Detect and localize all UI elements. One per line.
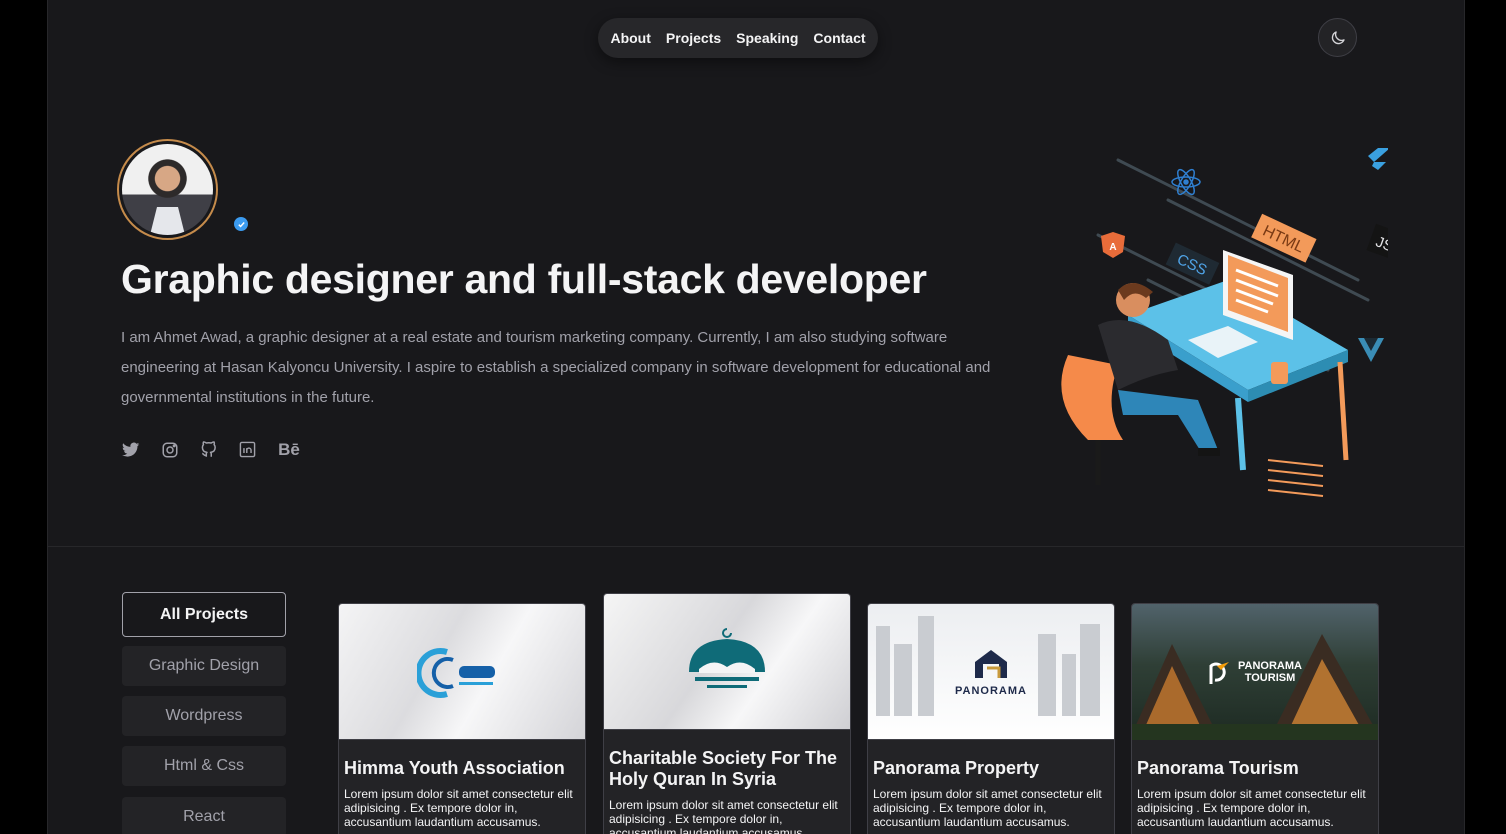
project-description: Lorem ipsum dolor sit amet consectetur e… — [609, 798, 838, 834]
main-nav: About Projects Speaking Contact — [598, 18, 878, 58]
page-frame: About Projects Speaking Contact Graphic … — [47, 0, 1465, 834]
project-card[interactable]: Charitable Society For The Holy Quran In… — [603, 593, 851, 834]
nav-projects[interactable]: Projects — [666, 30, 721, 46]
project-thumbnail — [604, 594, 850, 730]
svg-text:A: A — [1109, 242, 1116, 253]
nav-speaking[interactable]: Speaking — [736, 30, 798, 46]
verified-badge-icon — [234, 217, 248, 231]
project-title: Panorama Tourism — [1137, 758, 1299, 778]
hero-description: I am Ahmet Awad, a graphic designer at a… — [121, 329, 991, 406]
twitter-icon[interactable] — [121, 440, 140, 459]
developer-illustration: A HTML CSS JS TS — [1061, 148, 1388, 497]
hero-title: Graphic designer and full-stack develope… — [121, 256, 927, 302]
project-description: Lorem ipsum dolor sit amet consectetur e… — [873, 787, 1102, 829]
himma-logo-icon — [417, 647, 495, 698]
panorama-tourism-icon — [1209, 661, 1229, 684]
nav-about[interactable]: About — [610, 30, 650, 46]
filter-react[interactable]: React — [122, 797, 286, 834]
avatar-photo — [122, 144, 213, 235]
project-description: Lorem ipsum dolor sit amet consectetur e… — [1137, 787, 1366, 829]
panorama-logo: PANORAMA — [955, 646, 1027, 697]
project-card[interactable]: Himma Youth Association Lorem ipsum dolo… — [338, 603, 586, 834]
project-thumbnail — [339, 604, 585, 740]
avatar — [117, 139, 218, 240]
panorama-logo-text: PANORAMA — [955, 685, 1027, 697]
instagram-icon[interactable] — [160, 440, 179, 459]
filter-wordpress[interactable]: Wordpress — [122, 696, 286, 736]
project-description: Lorem ipsum dolor sit amet consectetur e… — [344, 787, 573, 829]
project-thumbnail: PANORAMA — [868, 604, 1114, 740]
project-card[interactable]: PANORAMA Panorama Property Lorem ipsum d… — [867, 603, 1115, 834]
panorama-tourism-logo: PANORAMA TOURISM — [1205, 658, 1305, 686]
panorama-tourism-logo-text: PANORAMA TOURISM — [1238, 659, 1302, 684]
project-title: Himma Youth Association — [344, 758, 565, 778]
linkedin-icon[interactable] — [238, 440, 257, 459]
filter-html-css[interactable]: Html & Css — [122, 746, 286, 786]
section-divider — [48, 546, 1464, 547]
social-links: Bē — [121, 440, 301, 459]
filter-all-projects[interactable]: All Projects — [122, 592, 286, 637]
theme-toggle-button[interactable] — [1318, 18, 1357, 57]
filter-graphic-design[interactable]: Graphic Design — [122, 646, 286, 686]
react-icon — [1171, 168, 1201, 196]
flutter-icon — [1368, 148, 1388, 170]
project-thumbnail: PANORAMA TOURISM — [1132, 604, 1378, 740]
quran-society-logo-icon — [689, 627, 765, 688]
panorama-house-icon — [975, 650, 1007, 678]
behance-icon[interactable]: Bē — [277, 440, 301, 459]
github-icon[interactable] — [199, 440, 218, 459]
project-title: Charitable Society For The Holy Quran In… — [609, 748, 838, 789]
moon-icon — [1331, 30, 1345, 44]
nav-contact[interactable]: Contact — [813, 30, 865, 46]
project-card[interactable]: PANORAMA TOURISM Panorama Tourism Lorem … — [1131, 603, 1379, 834]
project-title: Panorama Property — [873, 758, 1040, 778]
